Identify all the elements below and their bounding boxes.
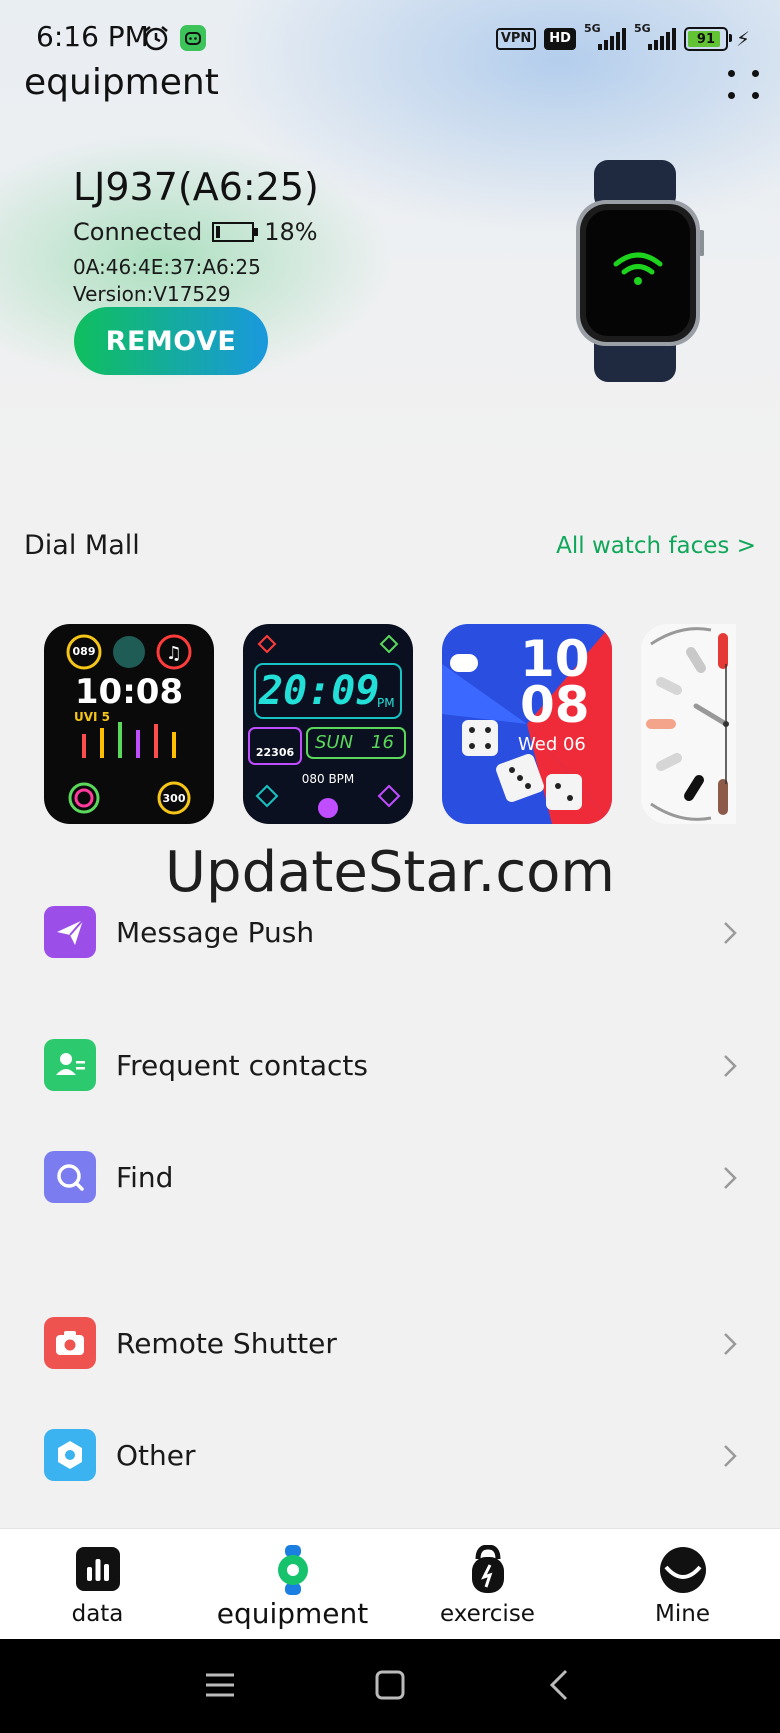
chevron-right-icon [724, 1333, 737, 1355]
menu-label: Message Push [116, 916, 315, 949]
chevron-right-icon [724, 1055, 737, 1077]
watch-battery-icon [212, 222, 259, 242]
face-2-time: 20:09 [259, 668, 380, 714]
face-2-bpm: 080 BPM [301, 772, 355, 786]
dial-mall-title: Dial Mall [24, 530, 140, 561]
status-indicators: VPN HD 5G 5G 91 ⚡ [495, 22, 750, 54]
profile-icon [659, 1547, 706, 1593]
face-1-uvi: UVI 5 [74, 710, 111, 724]
menu-label: Find [116, 1161, 174, 1194]
menu-item-frequent-contacts[interactable]: Frequent contacts [0, 1033, 780, 1103]
face-1-top: 089 [72, 645, 96, 658]
system-navigation-bar [0, 1639, 780, 1733]
home-icon[interactable] [368, 1663, 412, 1707]
face-1-time: 10:08 [74, 672, 184, 712]
watch-face-1[interactable]: ♫ 089 10:08 UVI 5 300 [44, 624, 214, 824]
watch-face-4[interactable] [641, 624, 736, 824]
device-name: LJ937(A6:25) [73, 165, 319, 209]
device-mac-address: 0A:46:4E:37:A6:25 [73, 255, 261, 279]
menu-item-message-push[interactable]: Message Push [0, 900, 780, 970]
page-title: equipment [24, 62, 219, 103]
tab-exercise[interactable]: exercise [390, 1529, 585, 1639]
chevron-right-icon [724, 1167, 737, 1189]
vpn-badge: VPN [495, 28, 537, 50]
tab-label: Mine [655, 1601, 710, 1627]
signal-strength-icon: 5G [584, 22, 626, 50]
kettlebell-icon [471, 1545, 504, 1593]
hexagon-settings-icon [44, 1429, 96, 1481]
bottom-tab-bar: data equipment exercise Mine [0, 1528, 780, 1639]
all-watch-faces-link[interactable]: All watch faces > [556, 533, 756, 559]
menu-item-remote-shutter[interactable]: Remote Shutter [0, 1311, 780, 1381]
svg-text:♫: ♫ [166, 643, 182, 664]
hd-badge: HD [544, 28, 576, 50]
signal-strength-icon-2: 5G [634, 22, 676, 50]
face-3-date: Wed 06 [518, 734, 586, 755]
search-icon [44, 1151, 96, 1203]
connection-status: Connected [73, 218, 203, 246]
face-3-minute: 08 [520, 676, 590, 734]
face-2-ampm: PM [377, 696, 395, 710]
device-status: Connected 18% [73, 218, 318, 246]
watch-tab-icon [277, 1545, 308, 1595]
bar-chart-icon [75, 1547, 120, 1591]
tab-label: equipment [216, 1597, 369, 1630]
watch-face-2[interactable]: 20:09 PM 22306 SUN 16 080 BPM [243, 624, 413, 824]
smartwatch-image [576, 160, 704, 382]
menu-label: Remote Shutter [116, 1327, 337, 1360]
charging-icon: ⚡ [735, 27, 750, 51]
more-options-icon[interactable] [724, 66, 764, 106]
watermark: UpdateStar.com [165, 840, 615, 905]
remove-button[interactable]: REMOVE [74, 307, 268, 375]
face-2-date: 16 [371, 732, 394, 753]
menu-item-other[interactable]: Other [0, 1423, 780, 1493]
tab-data[interactable]: data [0, 1529, 195, 1639]
tab-label: data [71, 1601, 124, 1627]
face-1-bottom: 300 [162, 792, 186, 805]
chevron-right-icon [724, 1445, 737, 1467]
camera-icon [44, 1317, 96, 1369]
menu-item-find[interactable]: Find [0, 1145, 780, 1215]
menu-label: Frequent contacts [116, 1049, 368, 1082]
back-icon[interactable] [538, 1663, 582, 1707]
face-2-steps: 22306 [255, 746, 295, 759]
paper-plane-icon [44, 906, 96, 958]
face-2-day: SUN [315, 732, 354, 753]
alarm-clock-icon [144, 26, 168, 51]
phone-battery-icon: 91 [683, 27, 732, 51]
tab-label: exercise [440, 1601, 535, 1627]
watch-battery-level: 18% [264, 218, 318, 246]
tab-mine[interactable]: Mine [585, 1529, 780, 1639]
status-time: 6:16 PM [36, 20, 149, 53]
menu-label: Other [116, 1439, 196, 1472]
app-notification-icon [180, 25, 206, 51]
tab-equipment[interactable]: equipment [195, 1529, 390, 1639]
device-version: Version:V17529 [73, 282, 231, 306]
chevron-right-icon [724, 922, 737, 944]
contact-card-icon [44, 1039, 96, 1091]
menu-icon[interactable] [198, 1663, 242, 1707]
watch-face-3[interactable]: 10 08 Wed 06 [442, 624, 612, 824]
